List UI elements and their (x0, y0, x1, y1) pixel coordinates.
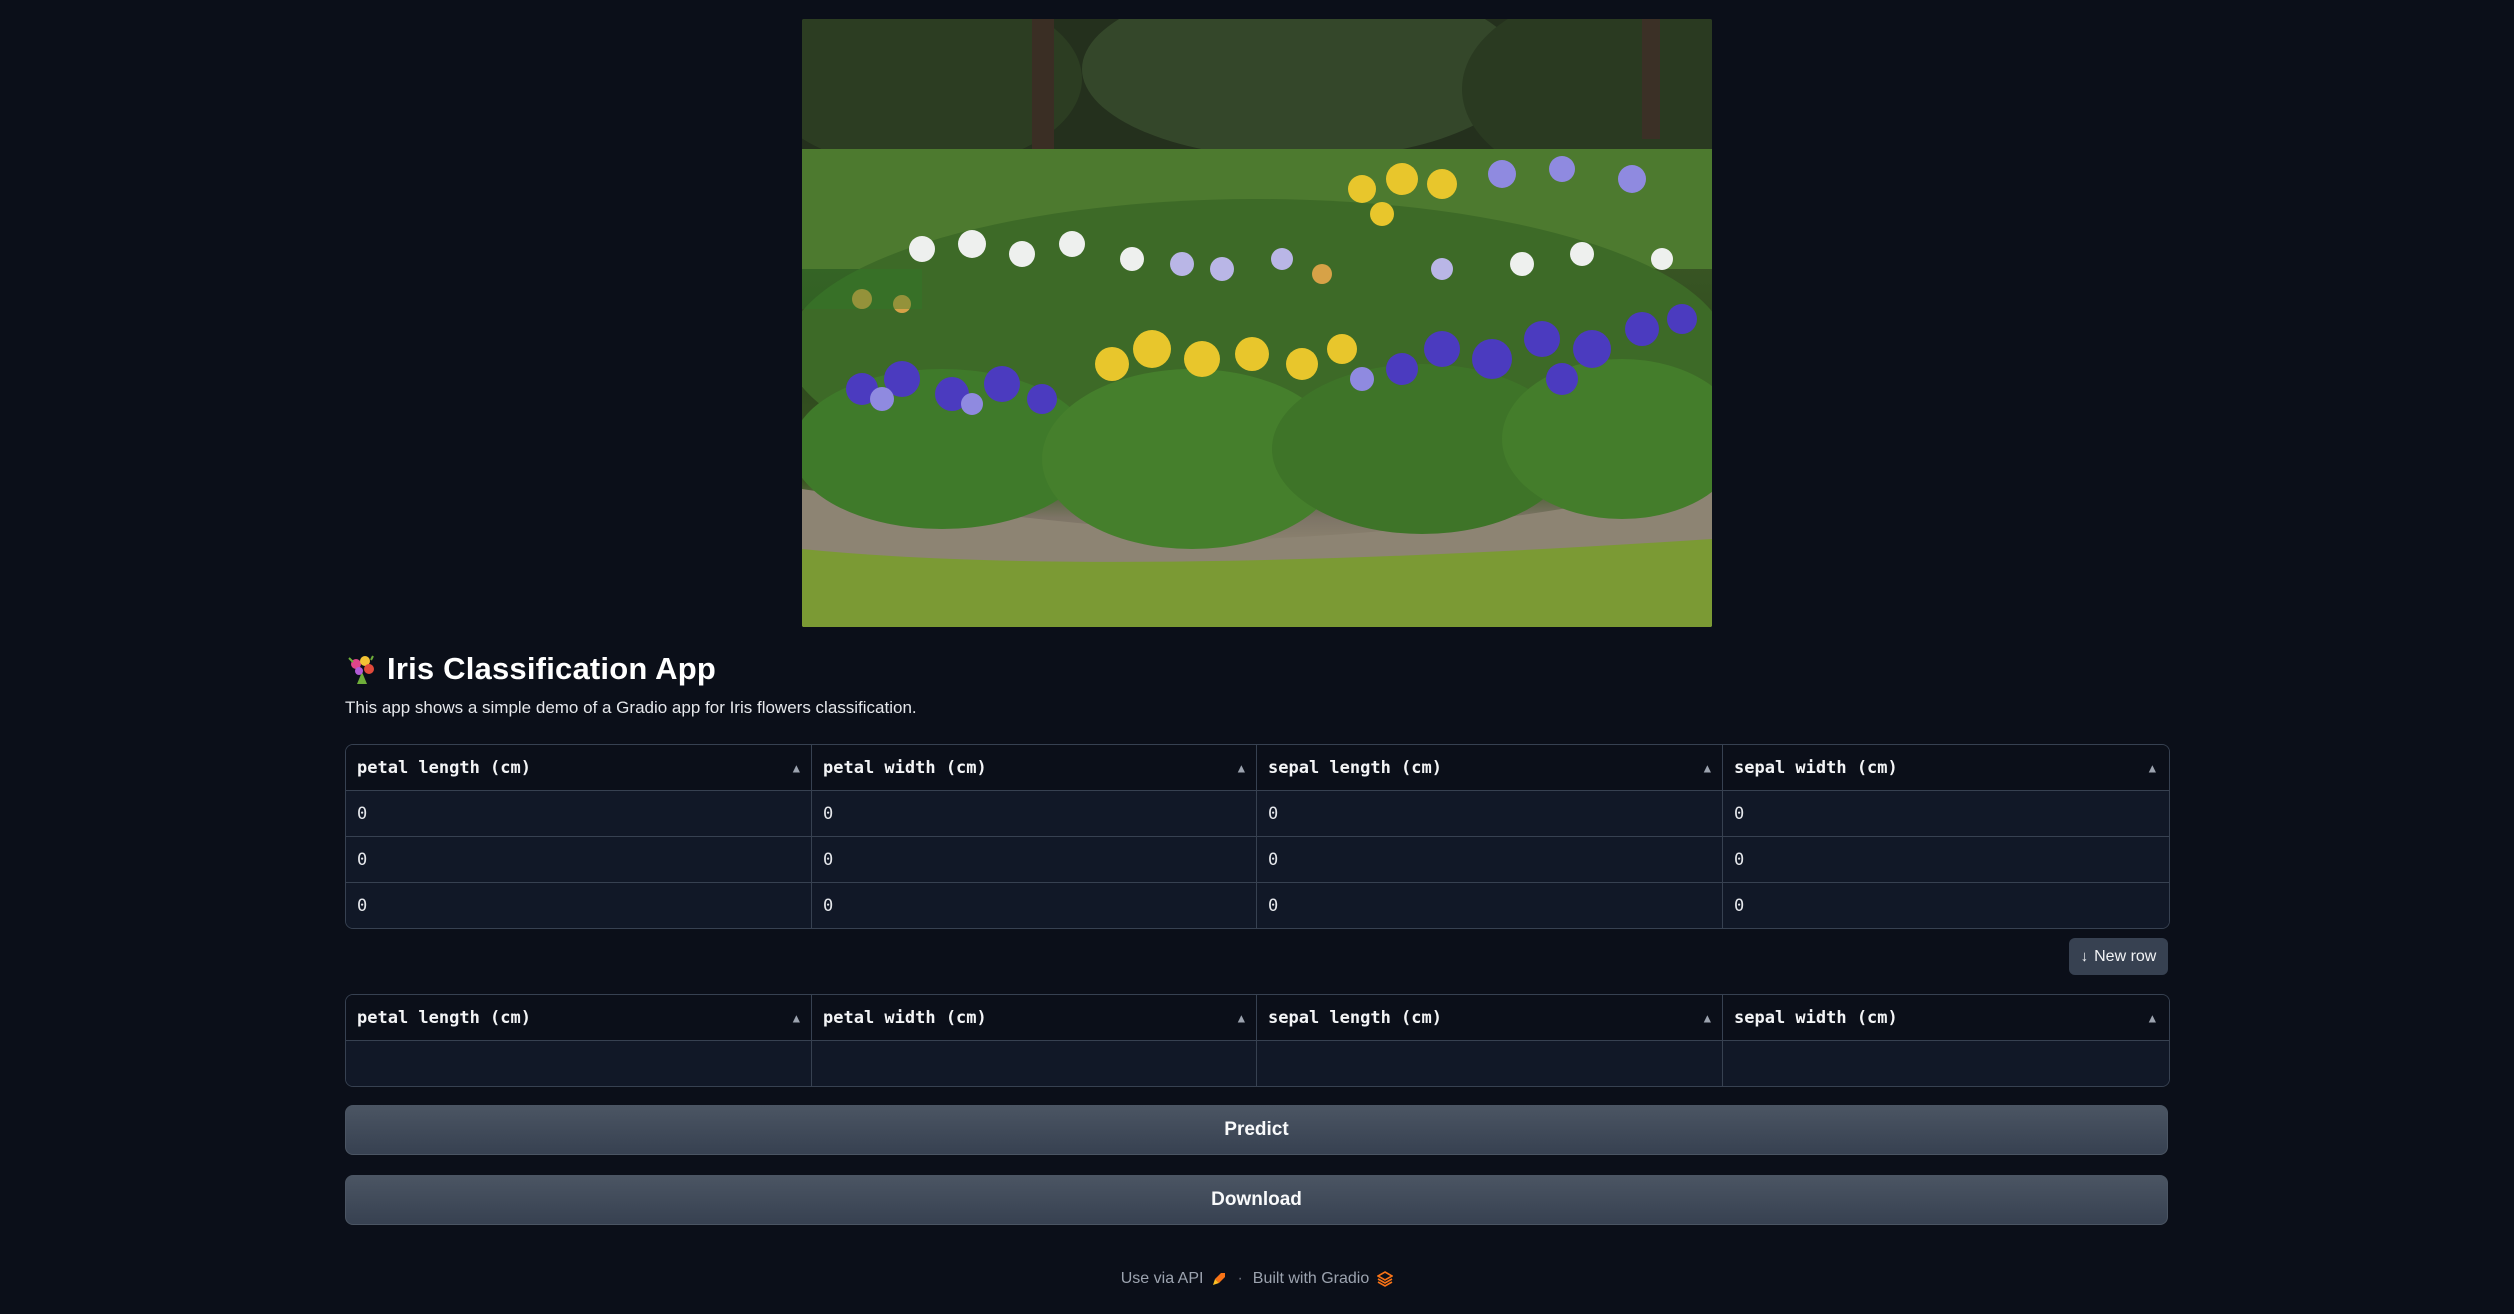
column-header[interactable]: petal width (cm) ▲ (812, 995, 1257, 1040)
table-cell[interactable]: 0 (1257, 883, 1723, 928)
column-header[interactable]: petal length (cm) ▲ (346, 745, 812, 790)
table-cell[interactable]: 0 (1723, 837, 2167, 882)
column-header[interactable]: sepal length (cm) ▲ (1257, 745, 1723, 790)
table-row: 0 0 0 0 (346, 883, 2169, 928)
built-with-gradio-link[interactable]: Built with Gradio (1253, 1270, 1394, 1288)
footer-separator: · (1237, 1270, 1243, 1287)
column-header[interactable]: sepal width (cm) ▲ (1723, 745, 2167, 790)
output-dataframe[interactable]: petal length (cm) ▲ petal width (cm) ▲ sep… (345, 994, 2170, 1087)
rocket-icon (1213, 1273, 1226, 1285)
column-header[interactable]: petal length (cm) ▲ (346, 995, 812, 1040)
table-cell[interactable] (1257, 1041, 1723, 1086)
sort-arrow-icon[interactable]: ▲ (2149, 1011, 2156, 1025)
page-description: This app shows a simple demo of a Gradio… (345, 698, 917, 717)
table-cell[interactable]: 0 (812, 837, 1257, 882)
sort-arrow-icon[interactable]: ▲ (2149, 761, 2156, 775)
sort-arrow-icon[interactable]: ▲ (793, 1011, 800, 1025)
table-row: 0 0 0 0 (346, 837, 2169, 883)
table-cell[interactable]: 0 (1257, 837, 1723, 882)
sort-arrow-icon[interactable]: ▲ (1238, 761, 1245, 775)
predict-button[interactable]: Predict (345, 1105, 2168, 1155)
column-header[interactable]: petal width (cm) ▲ (812, 745, 1257, 790)
column-header[interactable]: sepal width (cm) ▲ (1723, 995, 2167, 1040)
table-cell[interactable]: 0 (1723, 883, 2167, 928)
new-row-button[interactable]: ↓ New row (2069, 938, 2168, 975)
sort-arrow-icon[interactable]: ▲ (793, 761, 800, 775)
table-row: 0 0 0 0 (346, 791, 2169, 837)
table-cell[interactable]: 0 (1257, 791, 1723, 836)
download-button[interactable]: Download (345, 1175, 2168, 1225)
table-cell[interactable] (346, 1041, 812, 1086)
table-cell[interactable]: 0 (812, 883, 1257, 928)
table-cell[interactable]: 0 (346, 883, 812, 928)
sort-arrow-icon[interactable]: ▲ (1238, 1011, 1245, 1025)
hero-image (802, 19, 1712, 627)
use-via-api-link[interactable]: Use via API (1121, 1270, 1228, 1288)
sort-arrow-icon[interactable]: ▲ (1704, 1011, 1711, 1025)
bouquet-icon (348, 655, 374, 684)
table-cell[interactable] (812, 1041, 1257, 1086)
footer: Use via API · Built with Gradio (0, 1270, 2514, 1288)
page-title-row: Iris Classification App (345, 645, 716, 693)
column-header[interactable]: sepal length (cm) ▲ (1257, 995, 1723, 1040)
table-cell[interactable] (1723, 1041, 2167, 1086)
arrow-down-icon: ↓ (2080, 948, 2089, 965)
sort-arrow-icon[interactable]: ▲ (1704, 761, 1711, 775)
table-cell[interactable]: 0 (1723, 791, 2167, 836)
table-cell[interactable]: 0 (346, 791, 812, 836)
table-row (346, 1041, 2169, 1086)
table-cell[interactable]: 0 (812, 791, 1257, 836)
input-dataframe[interactable]: petal length (cm) ▲ petal width (cm) ▲ sep… (345, 744, 2170, 929)
gradio-logo-icon (1377, 1271, 1394, 1287)
table-header: petal length (cm) ▲ petal width (cm) ▲ sep… (346, 995, 2169, 1041)
table-cell[interactable]: 0 (346, 837, 812, 882)
page-title: Iris Classification App (387, 651, 717, 686)
table-header: petal length (cm) ▲ petal width (cm) ▲ sep… (346, 745, 2169, 791)
